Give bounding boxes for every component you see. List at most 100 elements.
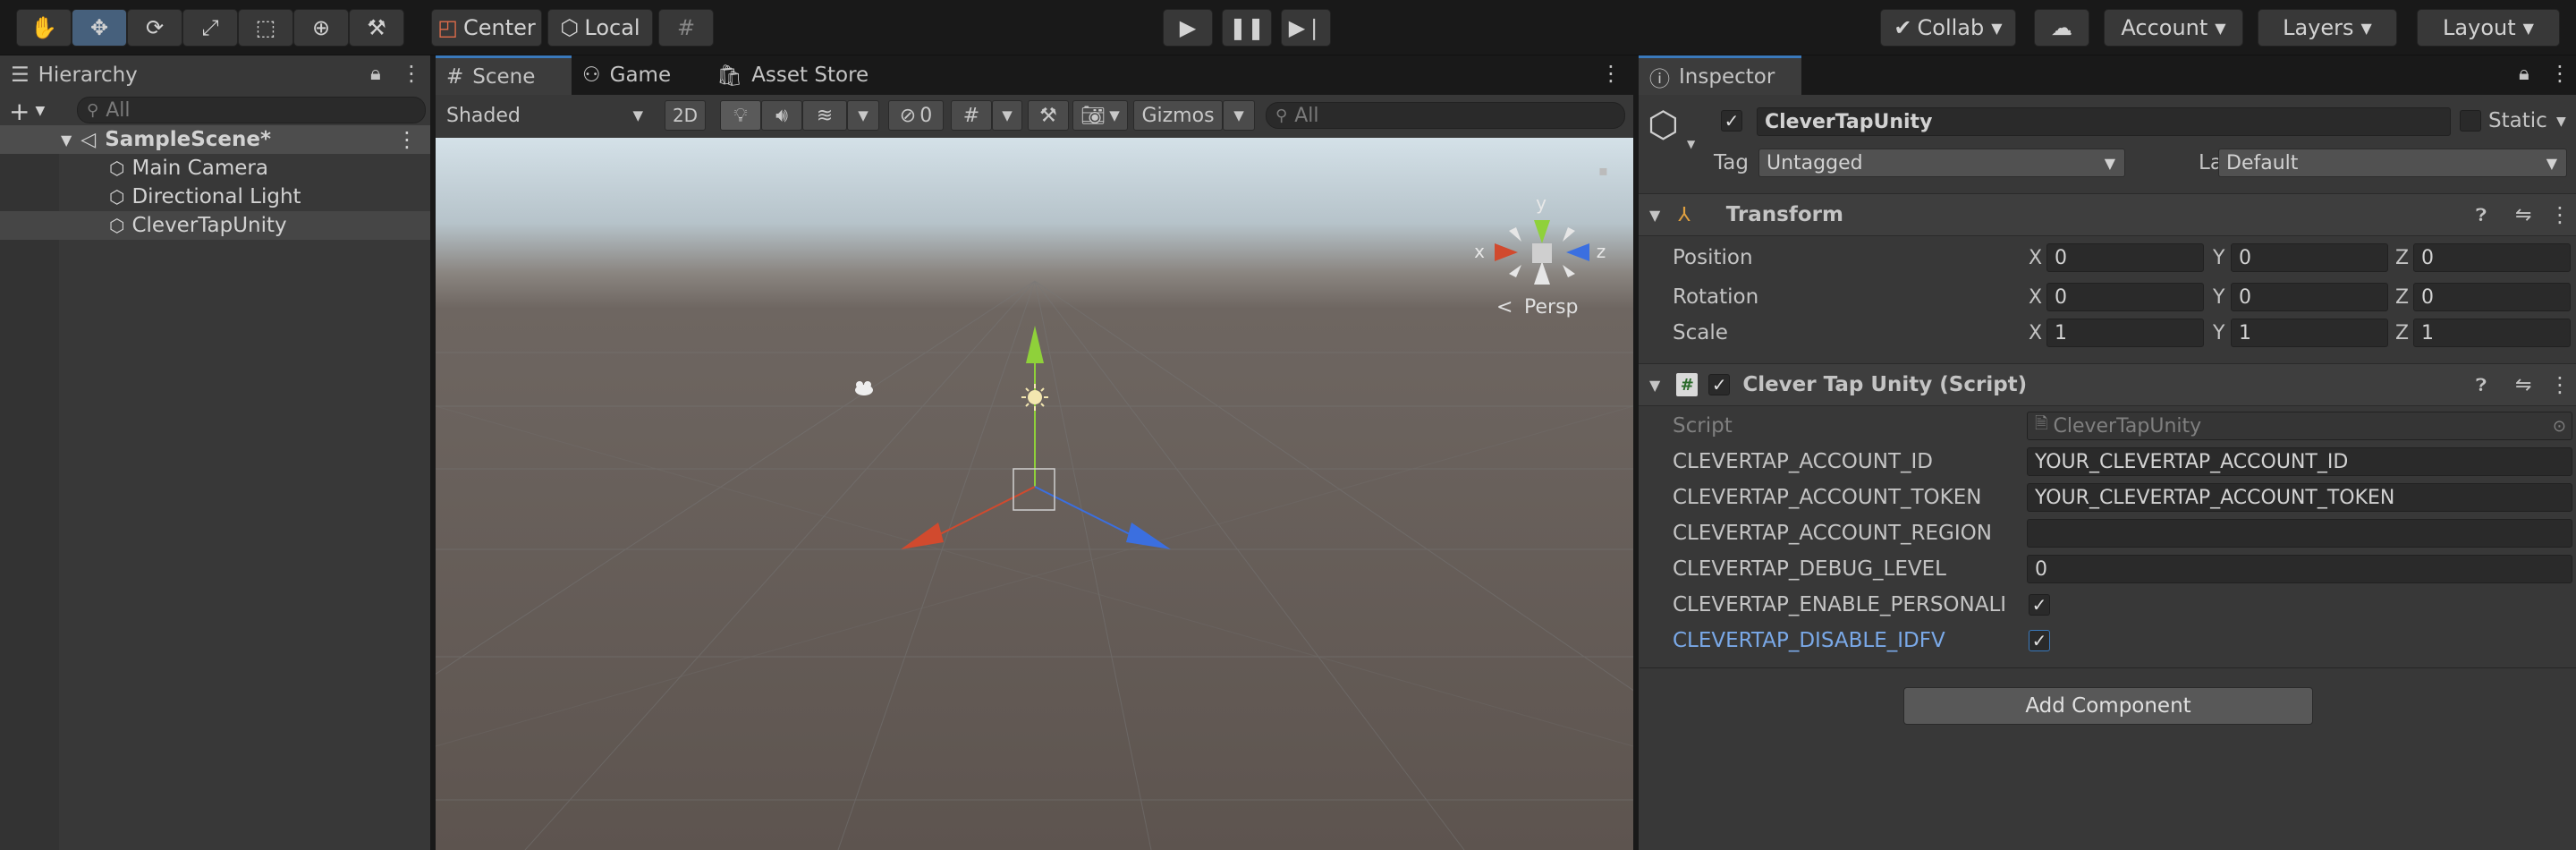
hidden-count: 0 [919,104,933,127]
y-label: Y [2213,321,2225,344]
cloud-button[interactable]: ☁ [2034,9,2089,47]
hierarchy-search-input[interactable]: ⚲ All [77,97,426,123]
custom-tool-button[interactable]: ⚒ [349,9,404,47]
tab-inspector[interactable]: ⓘ Inspector [1639,55,1801,95]
component-enabled-checkbox[interactable]: ✓ [1708,374,1731,395]
hand-tool-button[interactable]: ✋ [16,9,72,47]
pivot-mode-label: Center [462,15,536,40]
account-dropdown[interactable]: Account ▼ [2104,9,2243,47]
rect-tool-button[interactable]: ⬚ [238,9,293,47]
menu-dots-icon[interactable]: ⋮ [2549,61,2571,86]
layer-dropdown[interactable]: Default ▼ [2218,149,2567,177]
tab-scene[interactable]: # Scene [436,55,572,95]
hidden-objects-toggle[interactable]: ⊘ 0 [888,100,944,131]
tag-dropdown[interactable]: Untagged ▼ [1758,149,2125,177]
scale-x-field[interactable]: 1 [2046,319,2204,347]
position-x-field[interactable]: 0 [2046,243,2204,272]
hierarchy-item[interactable]: ⬡ Directional Light [0,183,430,211]
tab-hierarchy[interactable]: ☰ Hierarchy [0,55,430,95]
menu-dots-icon[interactable]: ⋮ [396,127,418,152]
step-button[interactable]: ▶❘ [1281,9,1331,47]
menu-dots-icon[interactable]: ⋮ [2549,372,2571,397]
rotate-tool-button[interactable]: ⟳ [127,9,182,47]
disable-idfv-checkbox[interactable]: ✓ [2029,630,2050,651]
script-reference-field[interactable]: 🗎 CleverTapUnity ⊙ [2027,412,2572,440]
enable-personalization-checkbox[interactable]: ✓ [2029,594,2050,616]
scale-y-field[interactable]: 1 [2231,319,2388,347]
hierarchy-item[interactable]: ⬡ Main Camera [0,154,430,183]
layers-dropdown[interactable]: Layers ▼ [2258,9,2397,47]
lock-icon[interactable]: 🔒︎ [370,63,381,85]
rotation-y-field[interactable]: 0 [2231,283,2388,311]
camera-dropdown[interactable]: 📷︎ ▼ [1072,100,1128,131]
scale-tool-button[interactable]: ⤢ [182,9,238,47]
pivot-space-button[interactable]: ⬡ Local [547,9,653,47]
caret-down-icon[interactable]: ▼ [2556,115,2566,129]
list-icon: ☰ [11,64,30,87]
hierarchy-scene-row[interactable]: ▼ ◁ SampleScene* ⋮ [0,125,430,154]
lock-icon[interactable]: ▪ [1598,162,1608,179]
menu-dots-icon[interactable]: ⋮ [401,61,422,86]
gameobject-cube-icon: ⬡ [109,186,125,208]
scene-search-input[interactable]: ⚲ All [1266,102,1625,129]
rotation-z-field[interactable]: 0 [2413,283,2571,311]
caret-down-icon[interactable]: ▼ [1687,138,1695,150]
transform-tool-button[interactable]: ⊕ [293,9,349,47]
toggle-2d-button[interactable]: 2D [665,100,706,131]
tab-asset-store[interactable]: 🛍︎ Asset Store [706,55,885,95]
audio-toggle[interactable]: 🔊︎ [761,100,802,131]
grid-dropdown[interactable]: ▼ [992,100,1022,131]
scene-viewport[interactable]: y x z ▪ < Persp [436,138,1633,850]
pause-button[interactable]: ❚❚ [1222,9,1272,47]
script-component-header[interactable]: ▼ # ✓ Clever Tap Unity (Script) ❓︎ ⇋ ⋮ [1639,363,2576,406]
search-icon: ⚲ [1275,106,1288,125]
help-icon[interactable]: ❓︎ [2476,204,2487,225]
gizmos-dropdown[interactable]: ▼ [1223,100,1255,131]
draw-mode-label: Shaded [446,104,521,127]
object-name-field[interactable]: CleverTapUnity [1757,107,2451,136]
static-checkbox[interactable] [2460,110,2481,132]
transform-header[interactable]: ▼ ⅄ Transform ❓︎ ⇋ ⋮ [1639,193,2576,236]
gizmos-button[interactable]: Gizmos [1133,100,1223,131]
position-z-field[interactable]: 0 [2413,243,2571,272]
add-component-button[interactable]: Add Component [1903,687,2313,725]
move-tool-button[interactable]: ✥ [72,9,127,47]
scale-label: Scale [1673,321,1728,344]
account-token-field[interactable]: YOUR_CLEVERTAP_ACCOUNT_TOKEN [2027,483,2572,512]
pivot-mode-button[interactable]: ◰ Center [431,9,542,47]
add-component-label: Add Component [2025,694,2191,718]
active-checkbox[interactable]: ✓ [1721,110,1742,132]
menu-dots-icon[interactable]: ⋮ [2549,202,2571,227]
unity-scene-icon: ◁ [80,128,97,151]
draw-mode-dropdown[interactable]: Shaded ▼ [439,100,652,131]
effects-dropdown[interactable]: ▼ [847,100,879,131]
tab-game[interactable]: ⚇ Game [572,55,706,95]
lighting-toggle[interactable]: 💡︎ [720,100,761,131]
create-button[interactable]: + ▼ [9,97,59,126]
position-y-field[interactable]: 0 [2231,243,2388,272]
preset-icon[interactable]: ⇋ [2515,204,2531,226]
help-icon[interactable]: ❓︎ [2476,374,2487,395]
grid-snap-button[interactable]: # [658,9,714,47]
grid-toggle[interactable]: # [951,100,992,131]
preset-icon[interactable]: ⇋ [2515,374,2531,396]
effects-toggle[interactable]: ≋ [802,100,847,131]
play-button[interactable]: ▶ [1163,9,1213,47]
persp-toggle[interactable]: < Persp [1496,296,1579,319]
scene-tools-button[interactable]: ⚒ [1028,100,1069,131]
layout-dropdown[interactable]: Layout ▼ [2417,9,2560,47]
gameobject-cube-icon[interactable]: ⬡ [1648,105,1679,146]
lock-icon[interactable]: 🔒︎ [2519,63,2529,85]
debug-level-field[interactable]: 0 [2027,555,2572,583]
collab-dropdown[interactable]: ✔ Collab ▼ [1880,9,2016,47]
menu-dots-icon[interactable]: ⋮ [1600,61,1622,86]
account-region-field[interactable] [2027,519,2572,548]
object-picker-icon[interactable]: ⊙ [2553,417,2566,436]
rotation-x-field[interactable]: 0 [2046,283,2204,311]
hierarchy-item-selected[interactable]: ⬡ CleverTapUnity [0,211,430,240]
account-id-field[interactable]: YOUR_CLEVERTAP_ACCOUNT_ID [2027,447,2572,476]
scale-z-field[interactable]: 1 [2413,319,2571,347]
scale-z-value: 1 [2421,321,2434,344]
grid-snap-icon: # [676,15,696,40]
layers-label: Layers [2283,15,2354,40]
